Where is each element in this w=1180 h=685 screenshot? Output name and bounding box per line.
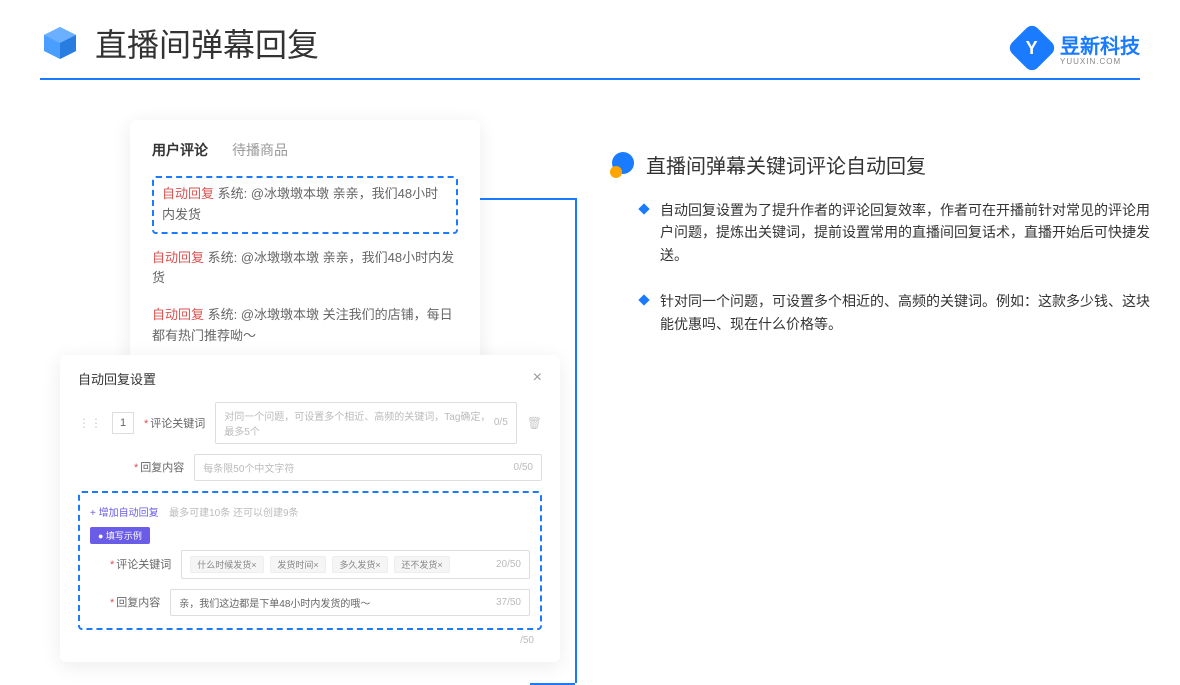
example-section: + 增加自动回复 最多可建10条 还可以创建9条 ● 填写示例 *评论关键词 什… bbox=[78, 491, 542, 630]
page-title: 直播间弹幕回复 bbox=[95, 20, 319, 66]
tag[interactable]: 什么时候发货× bbox=[190, 556, 263, 573]
comment-row: 自动回复 系统: @冰墩墩本墩 亲亲，我们48小时内发货 bbox=[152, 240, 458, 298]
tab-pending-products[interactable]: 待播商品 bbox=[232, 140, 288, 160]
brand-name: 昱新科技 bbox=[1060, 30, 1140, 59]
section-bullet-icon bbox=[610, 152, 636, 178]
example-badge: ● 填写示例 bbox=[90, 527, 150, 544]
content-input[interactable]: 每条限50个中文字符 0/50 bbox=[194, 454, 542, 481]
diamond-icon bbox=[638, 203, 649, 214]
keyword-input[interactable]: 对同一个问题，可设置多个相近、高频的关键词，Tag确定，最多5个 0/5 bbox=[215, 402, 516, 444]
add-auto-reply-link[interactable]: + 增加自动回复 bbox=[90, 508, 159, 519]
ex-keyword-input[interactable]: 什么时候发货× 发货时间× 多久发货× 还不发货× 20/50 bbox=[181, 550, 530, 579]
brand-icon: Y bbox=[1007, 23, 1058, 74]
keyword-label: *评论关键词 bbox=[144, 415, 205, 431]
highlighted-comment: 自动回复 系统: @冰墩墩本墩 亲亲，我们48小时内发货 bbox=[152, 176, 458, 234]
auto-reply-label: 自动回复 bbox=[152, 250, 204, 265]
ex-keyword-label: *评论关键词 bbox=[110, 556, 171, 572]
delete-icon[interactable]: 🗑 bbox=[527, 416, 542, 430]
bullet-point: 自动回复设置为了提升作者的评论回复效率，作者可在开播前针对常见的评论用户问题，提… bbox=[610, 199, 1150, 266]
drag-handle-icon[interactable]: ⋮⋮ bbox=[78, 416, 102, 430]
close-icon[interactable]: × bbox=[533, 369, 542, 387]
diamond-icon bbox=[638, 295, 649, 306]
bullet-point: 针对同一个问题，可设置多个相近的、高频的关键词。例如：这款多少钱、这块能优惠吗、… bbox=[610, 290, 1150, 335]
ex-content-label: *回复内容 bbox=[110, 594, 160, 610]
tab-user-comments[interactable]: 用户评论 bbox=[152, 140, 208, 160]
cube-icon bbox=[40, 23, 80, 63]
ex-content-input[interactable]: 亲，我们这边都是下单48小时内发货的哦～ 37/50 bbox=[170, 589, 530, 616]
add-hint: 最多可建10条 还可以创建9条 bbox=[169, 508, 298, 519]
auto-reply-label: 自动回复 bbox=[162, 186, 214, 201]
point-text: 自动回复设置为了提升作者的评论回复效率，作者可在开播前针对常见的评论用户问题，提… bbox=[660, 199, 1150, 266]
brand-logo: Y 昱新科技 YUUXIN.COM bbox=[1014, 30, 1140, 66]
connector-line bbox=[575, 198, 577, 683]
tag[interactable]: 发货时间× bbox=[270, 556, 325, 573]
point-text: 针对同一个问题，可设置多个相近的、高频的关键词。例如：这款多少钱、这块能优惠吗、… bbox=[660, 290, 1150, 335]
order-number: 1 bbox=[112, 412, 134, 434]
comments-panel: 用户评论 待播商品 自动回复 系统: @冰墩墩本墩 亲亲，我们48小时内发货 自… bbox=[130, 120, 480, 375]
auto-reply-label: 自动回复 bbox=[152, 307, 204, 322]
comment-row: 自动回复 系统: @冰墩墩本墩 关注我们的店铺，每日都有热门推荐呦～ bbox=[152, 297, 458, 355]
settings-title: 自动回复设置 bbox=[78, 369, 156, 388]
outer-counter: /50 bbox=[520, 635, 534, 646]
tag[interactable]: 还不发货× bbox=[394, 556, 449, 573]
tag[interactable]: 多久发货× bbox=[332, 556, 387, 573]
section-title: 直播间弹幕关键词评论自动回复 bbox=[646, 150, 926, 179]
connector-line bbox=[478, 198, 575, 200]
content-label: *回复内容 bbox=[134, 459, 184, 475]
settings-panel: 自动回复设置 × ⋮⋮ 1 *评论关键词 对同一个问题，可设置多个相近、高频的关… bbox=[60, 355, 560, 662]
